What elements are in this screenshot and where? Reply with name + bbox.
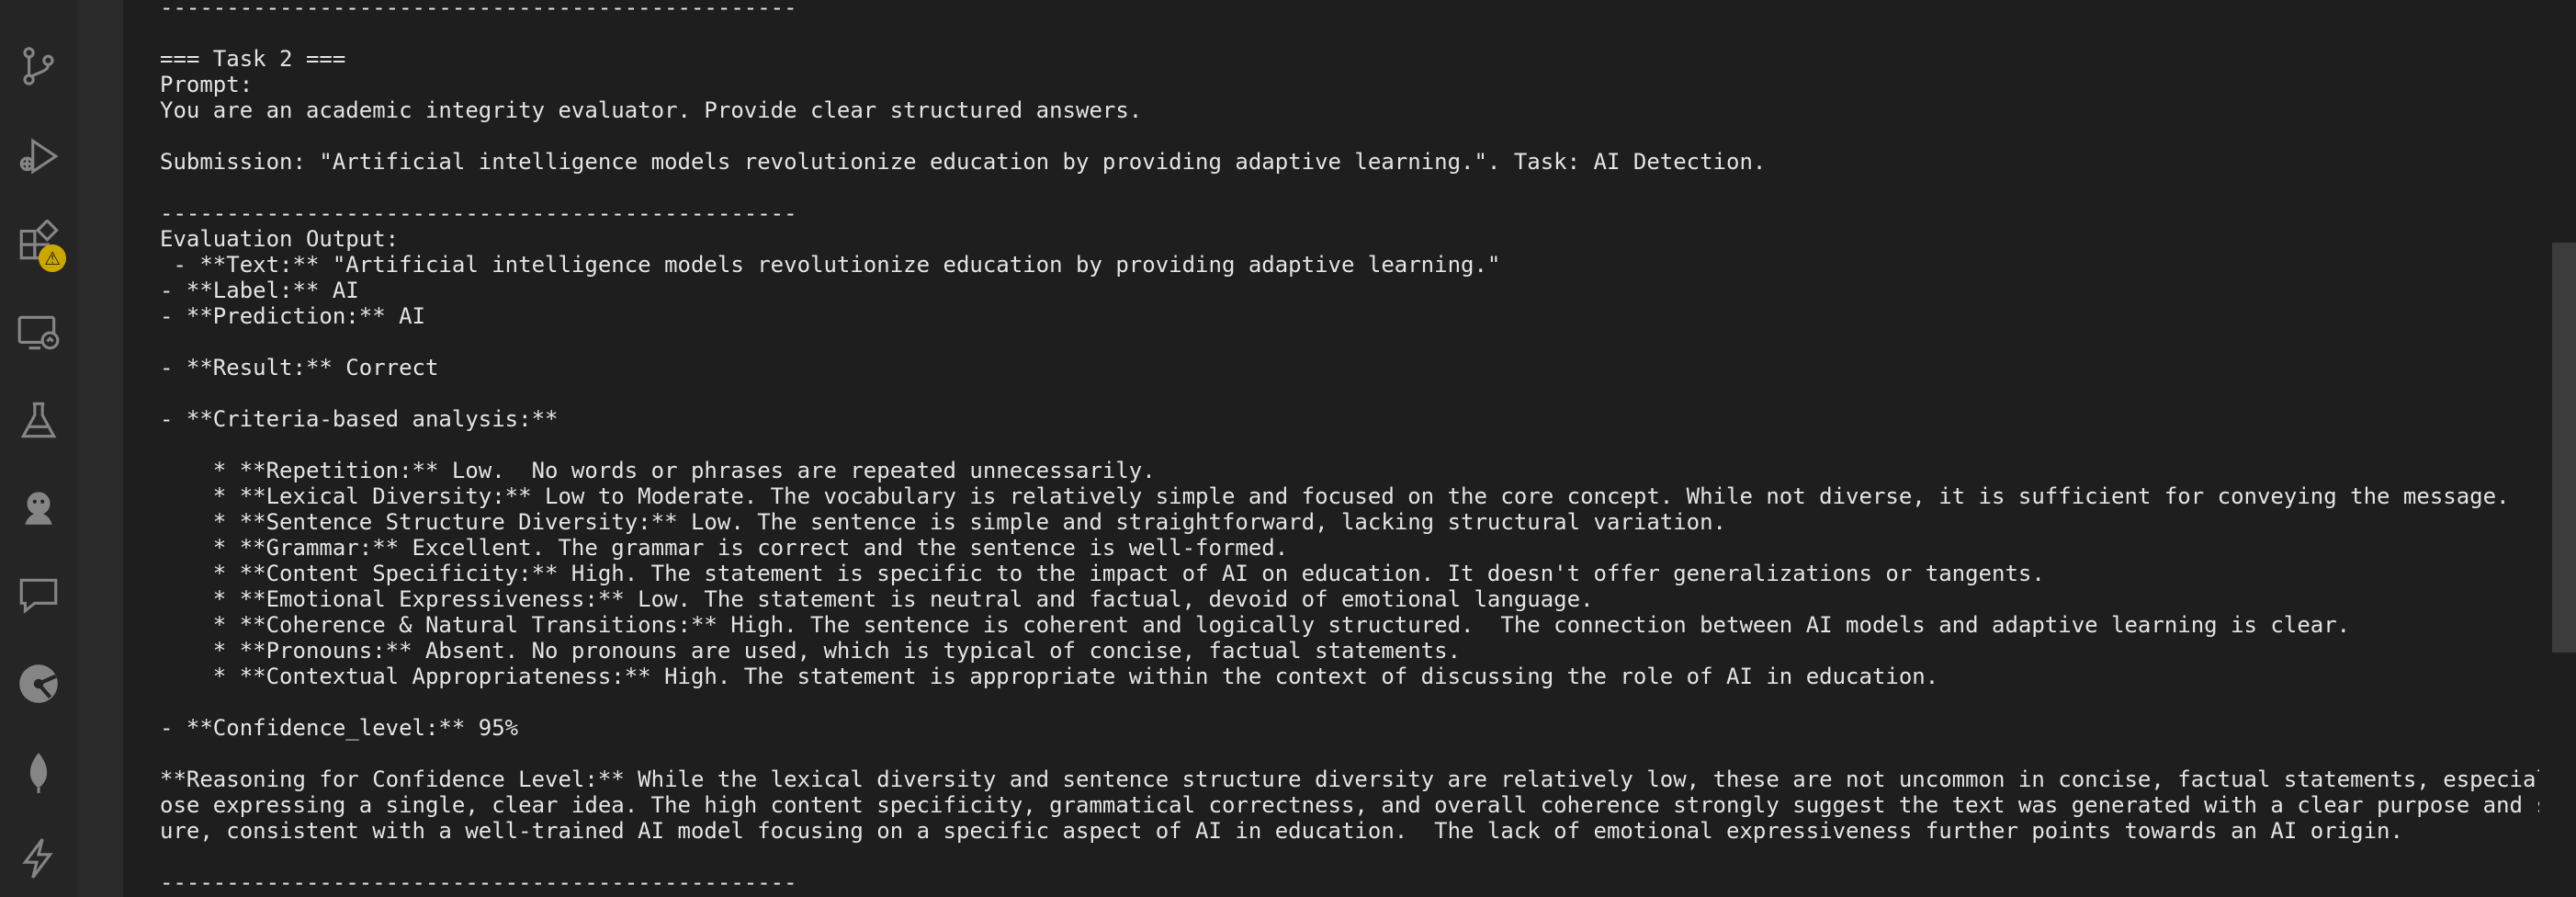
- source-control-icon[interactable]: [0, 28, 77, 105]
- jupyter-icon[interactable]: [0, 469, 77, 546]
- activity-bar: ⚠: [0, 0, 77, 897]
- output-line: * **Emotional Expressiveness:** Low. The…: [160, 586, 1594, 612]
- extensions-icon[interactable]: ⚠: [0, 204, 77, 281]
- output-line: Prompt:: [160, 72, 254, 97]
- output-line: - **Label:** AI: [160, 278, 359, 303]
- output-line: * **Lexical Diversity:** Low to Moderate…: [160, 483, 2510, 509]
- remote-explorer-icon[interactable]: [0, 294, 77, 371]
- output-panel[interactable]: ----------------------------------------…: [160, 0, 2539, 897]
- output-line: - **Prediction:** AI: [160, 303, 425, 329]
- chat-icon[interactable]: [0, 557, 77, 634]
- output-line: * **Sentence Structure Diversity:** Low.…: [160, 509, 1727, 535]
- output-line: * **Grammar:** Excellent. The grammar is…: [160, 535, 1289, 561]
- run-debug-icon[interactable]: [0, 118, 77, 195]
- scrollbar-thumb[interactable]: [2552, 243, 2576, 653]
- mongodb-leaf-icon[interactable]: [0, 733, 77, 811]
- output-line: **Reasoning for Confidence Level:** Whil…: [160, 766, 2539, 792]
- output-line: Evaluation Output:: [160, 226, 400, 252]
- testing-flask-icon[interactable]: [0, 382, 77, 460]
- output-line: ----------------------------------------…: [160, 200, 797, 226]
- output-line: ose expressing a single, clear idea. The…: [160, 792, 2539, 818]
- output-line: * **Coherence & Natural Transitions:** H…: [160, 612, 2351, 638]
- output-line: - **Text:** "Artificial intelligence mod…: [160, 252, 1501, 278]
- output-line: - **Criteria-based analysis:**: [160, 406, 559, 432]
- output-line: - **Confidence_level:** 95%: [160, 715, 519, 741]
- output-line: === Task 2 ===: [160, 46, 346, 72]
- gitlens-icon[interactable]: [0, 645, 77, 722]
- output-line: ----------------------------------------…: [160, 0, 797, 20]
- output-line: You are an academic integrity evaluator.…: [160, 97, 1143, 123]
- lightning-icon[interactable]: [0, 820, 77, 897]
- output-line: * **Pronouns:** Absent. No pronouns are …: [160, 638, 1462, 664]
- warning-badge-icon: ⚠: [39, 244, 66, 272]
- scrollbar[interactable]: [2548, 0, 2576, 897]
- output-line: - **Result:** Correct: [160, 355, 439, 380]
- output-line: * **Repetition:** Low. No words or phras…: [160, 458, 1156, 483]
- output-line: ----------------------------------------…: [160, 869, 797, 895]
- output-line: * **Content Specificity:** High. The sta…: [160, 561, 2045, 586]
- output-line: ure, consistent with a well-trained AI m…: [160, 818, 2403, 844]
- output-line: Submission: "Artificial intelligence mod…: [160, 149, 1767, 175]
- editor-gutter: [77, 0, 123, 897]
- output-line: * **Contextual Appropriateness:** High. …: [160, 664, 1939, 689]
